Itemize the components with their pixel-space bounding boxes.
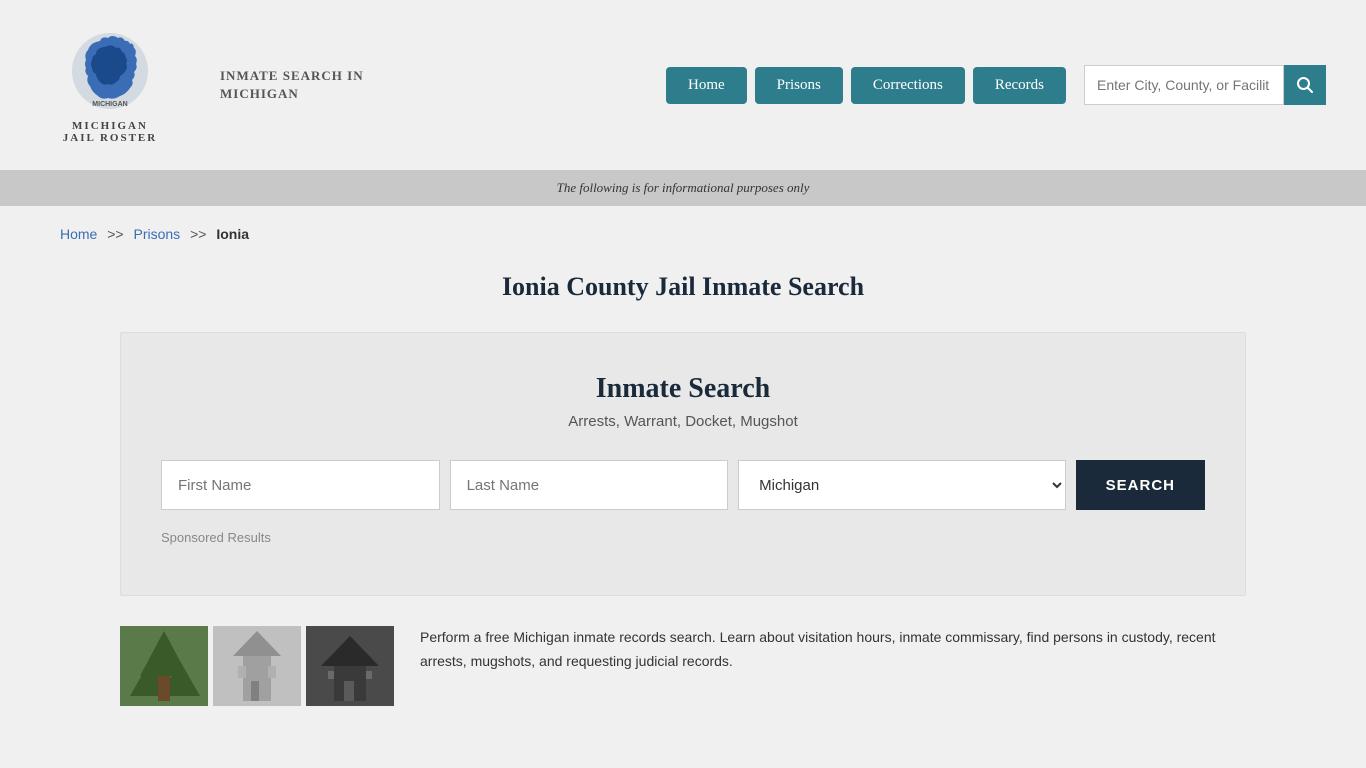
search-submit-button[interactable]: SEARCH xyxy=(1076,460,1205,510)
sponsored-label: Sponsored Results xyxy=(161,530,1205,545)
search-form: Michigan SEARCH xyxy=(161,460,1205,510)
breadcrumb-sep-2: >> xyxy=(190,226,206,242)
state-select[interactable]: Michigan xyxy=(738,460,1066,510)
first-name-input[interactable] xyxy=(161,460,440,510)
search-card: Inmate Search Arrests, Warrant, Docket, … xyxy=(120,332,1246,596)
bottom-images xyxy=(120,626,400,706)
search-card-title: Inmate Search xyxy=(161,373,1205,405)
nav-home-button[interactable]: Home xyxy=(666,67,747,104)
bottom-section: Perform a free Michigan inmate records s… xyxy=(120,626,1246,746)
main-nav: Home Prisons Corrections Records xyxy=(666,65,1326,105)
info-bar-text: The following is for informational purpo… xyxy=(557,180,810,195)
nav-prisons-button[interactable]: Prisons xyxy=(755,67,843,104)
michigan-logo-icon: MICHIGAN xyxy=(70,26,150,116)
site-title: INMATE SEARCH IN MICHIGAN xyxy=(220,67,364,103)
svg-text:MICHIGAN: MICHIGAN xyxy=(92,101,127,108)
breadcrumb-prisons-link[interactable]: Prisons xyxy=(134,226,181,242)
info-bar: The following is for informational purpo… xyxy=(0,170,1366,206)
header-search-input[interactable] xyxy=(1084,65,1284,105)
breadcrumb-current: Ionia xyxy=(216,226,249,242)
image-3 xyxy=(306,626,394,706)
logo-text-jail: JAIL ROSTER xyxy=(63,132,157,144)
image-1 xyxy=(120,626,208,706)
bottom-description: Perform a free Michigan inmate records s… xyxy=(420,626,1246,674)
breadcrumb-home-link[interactable]: Home xyxy=(60,226,97,242)
last-name-input[interactable] xyxy=(450,460,729,510)
nav-records-button[interactable]: Records xyxy=(973,67,1066,104)
breadcrumb-sep-1: >> xyxy=(107,226,123,242)
search-icon xyxy=(1296,76,1314,94)
nav-corrections-button[interactable]: Corrections xyxy=(851,67,965,104)
page-title: Ionia County Jail Inmate Search xyxy=(0,272,1366,302)
header-search-area xyxy=(1084,65,1326,105)
header-search-button[interactable] xyxy=(1284,65,1326,105)
search-card-subtitle: Arrests, Warrant, Docket, Mugshot xyxy=(161,413,1205,430)
logo-text-michigan: MICHIGAN xyxy=(72,120,148,132)
site-header: MICHIGAN MICHIGAN JAIL ROSTER INMATE SEA… xyxy=(0,0,1366,170)
logo-area: MICHIGAN MICHIGAN JAIL ROSTER xyxy=(40,26,180,144)
breadcrumb: Home >> Prisons >> Ionia xyxy=(0,206,1366,262)
image-2 xyxy=(213,626,301,706)
